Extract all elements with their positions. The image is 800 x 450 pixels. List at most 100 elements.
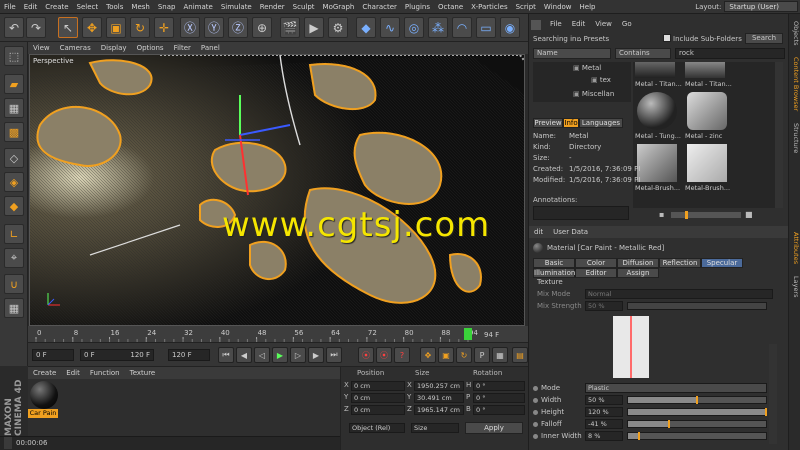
menu-item-12[interactable]: Character: [358, 3, 401, 11]
menu-item-6[interactable]: Snap: [154, 3, 180, 11]
thumb-titan-1[interactable]: [635, 62, 675, 78]
attr-tab-diffusion[interactable]: Diffusion: [617, 258, 659, 268]
menu-item-14[interactable]: Octane: [434, 3, 467, 11]
select-tool-icon[interactable]: ↖: [58, 17, 78, 38]
menu-item-9[interactable]: Render: [256, 3, 289, 11]
key-position-icon[interactable]: ✥: [420, 347, 436, 363]
array-icon[interactable]: ⁂: [428, 17, 448, 38]
key-pla-icon[interactable]: ▦: [492, 347, 508, 363]
thumb-zinc[interactable]: [687, 92, 727, 130]
menu-item-11[interactable]: MoGraph: [319, 3, 359, 11]
include-sub-checkbox[interactable]: [663, 34, 671, 42]
menu-item-5[interactable]: Mesh: [127, 3, 153, 11]
attributes-menu-item-1[interactable]: User Data: [548, 228, 593, 236]
menu-item-17[interactable]: Window: [540, 3, 576, 11]
camera-icon[interactable]: ◉: [500, 17, 520, 38]
side-tab-layers[interactable]: Layers: [788, 272, 800, 302]
menu-item-1[interactable]: Edit: [20, 3, 42, 11]
viewport-menu-item-5[interactable]: Panel: [196, 44, 225, 52]
attributes-menu-item-0[interactable]: dit: [529, 228, 548, 236]
layout-dropdown[interactable]: Startup (User): [724, 1, 798, 12]
nurbs-icon[interactable]: ◎: [404, 17, 424, 38]
menu-item-7[interactable]: Animate: [179, 3, 216, 11]
go-start-icon[interactable]: ⏮: [218, 347, 234, 363]
grid-icon[interactable]: ▦: [4, 298, 24, 318]
keyframe-selection-icon[interactable]: ?: [394, 347, 410, 363]
tab-info[interactable]: Info: [563, 118, 579, 128]
attr-tab-assign[interactable]: Assign: [617, 268, 659, 278]
key-rotation-icon[interactable]: ↻: [456, 347, 472, 363]
prop-value-field[interactable]: 120 %: [585, 407, 623, 417]
attr-tab-editor[interactable]: Editor: [575, 268, 617, 278]
y-axis-icon[interactable]: Ⓨ: [204, 17, 224, 38]
prop-value-field[interactable]: -41 %: [585, 419, 623, 429]
prop-slider-knob[interactable]: [765, 408, 767, 416]
snap-icon[interactable]: ∪: [4, 274, 24, 294]
rotation-field[interactable]: 0 °: [473, 393, 525, 403]
name-dropdown[interactable]: Name: [533, 48, 611, 59]
scene-icon[interactable]: ▭: [476, 17, 496, 38]
next-frame-icon[interactable]: ▷: [290, 347, 306, 363]
playhead[interactable]: [464, 328, 472, 340]
menu-item-0[interactable]: File: [0, 3, 20, 11]
viewport-menu-item-1[interactable]: Cameras: [55, 44, 96, 52]
go-end-icon[interactable]: ⏭: [326, 347, 342, 363]
record-icon[interactable]: ⦿: [358, 347, 374, 363]
undo-icon[interactable]: ↶: [4, 17, 24, 38]
thumb-brushed-2[interactable]: [687, 144, 727, 182]
size-field[interactable]: 1950.257 cm: [414, 381, 464, 391]
size-field[interactable]: 1965.147 cm: [414, 405, 464, 415]
tweak-icon[interactable]: ⌖: [4, 248, 24, 268]
attr-tab-color[interactable]: Color: [575, 258, 617, 268]
prev-key-icon[interactable]: ◀: [236, 347, 252, 363]
thumb-size-knob[interactable]: [685, 211, 688, 219]
mix-strength-field[interactable]: 50 %: [585, 301, 623, 311]
prev-frame-icon[interactable]: ◁: [254, 347, 270, 363]
material-name-label[interactable]: Car Pain: [28, 409, 58, 418]
search-input[interactable]: rock: [675, 48, 785, 59]
polygons-mode-icon[interactable]: ◆: [4, 196, 24, 216]
viewport-menu-item-3[interactable]: Options: [132, 44, 169, 52]
prop-keyframe-dot[interactable]: [533, 422, 538, 427]
next-key-icon[interactable]: ▶: [308, 347, 324, 363]
key-scale-icon[interactable]: ▣: [438, 347, 454, 363]
make-editable-icon[interactable]: ⬚: [4, 46, 24, 66]
thumb-size-slider[interactable]: [671, 211, 741, 219]
prop-slider-knob[interactable]: [668, 420, 671, 428]
autokey-icon[interactable]: ⦿: [376, 347, 392, 363]
z-axis-icon[interactable]: Ⓩ: [228, 17, 248, 38]
material-menu-item-1[interactable]: Edit: [61, 369, 85, 377]
attr-tab-specular[interactable]: Specular: [701, 258, 743, 268]
cube-icon[interactable]: ◆: [356, 17, 376, 38]
mix-mode-select[interactable]: Normal: [585, 289, 773, 299]
viewport-menu-item-0[interactable]: View: [28, 44, 55, 52]
side-tab-objects[interactable]: Objects: [788, 16, 800, 50]
range-min-field[interactable]: 0 F 120 F: [80, 349, 154, 361]
menu-item-10[interactable]: Sculpt: [289, 3, 319, 11]
attr-tab-reflection[interactable]: Reflection: [659, 258, 701, 268]
menu-item-8[interactable]: Simulate: [217, 3, 256, 11]
preset-scrollbar[interactable]: [775, 62, 783, 208]
workplane-icon[interactable]: ▩: [4, 122, 24, 142]
browser-menu-item-1[interactable]: Edit: [567, 20, 591, 28]
prop-keyframe-dot[interactable]: [533, 398, 538, 403]
thumb-tungsten[interactable]: [637, 92, 677, 130]
position-field[interactable]: 0 cm: [351, 405, 405, 415]
timeline-ruler[interactable]: 0 8 16 24 32 40 48 56 64 72 80 88 94 94 F: [28, 326, 528, 342]
deformer-icon[interactable]: ◠: [452, 17, 472, 38]
edges-mode-icon[interactable]: ◈: [4, 172, 24, 192]
menu-item-3[interactable]: Select: [73, 3, 103, 11]
size-field[interactable]: 30.491 cm: [414, 393, 464, 403]
attributes-scrollbar[interactable]: [769, 344, 777, 444]
prop-value-field[interactable]: 8 %: [585, 431, 623, 441]
browser-menu-item-2[interactable]: View: [590, 20, 617, 28]
mix-strength-slider[interactable]: [627, 302, 767, 310]
apply-button[interactable]: Apply: [465, 422, 523, 434]
viewport-perspective[interactable]: Perspective www.cgtsj.com: [29, 54, 525, 326]
contains-dropdown[interactable]: Contains: [615, 48, 671, 59]
axis-icon[interactable]: ∟: [4, 224, 24, 244]
end-frame-field[interactable]: 120 F: [168, 349, 210, 361]
add-tool-icon[interactable]: ✛: [154, 17, 174, 38]
prop-keyframe-dot[interactable]: [533, 386, 538, 391]
attr-tab-illumination[interactable]: Illumination: [533, 268, 575, 278]
